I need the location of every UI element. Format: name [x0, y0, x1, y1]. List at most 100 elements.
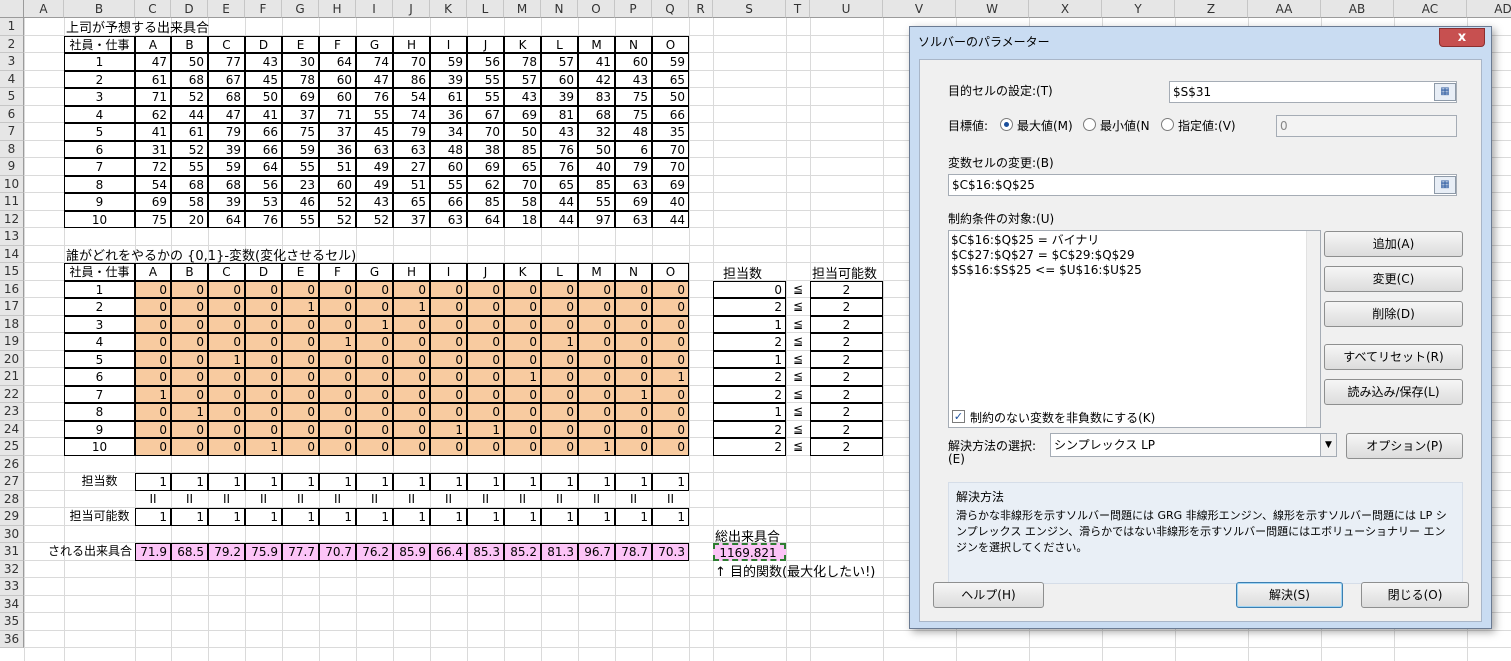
score-cell[interactable]: 45 — [356, 123, 393, 141]
assign-cell[interactable]: 0 — [430, 438, 467, 456]
column-header[interactable]: C — [135, 0, 171, 18]
job-header[interactable]: N — [615, 263, 652, 281]
radio-value-label[interactable]: 指定値:(V) — [1178, 117, 1236, 134]
score-cell[interactable]: 64 — [467, 210, 504, 228]
assign-cell[interactable]: 0 — [430, 315, 467, 333]
assign-cell[interactable]: 0 — [171, 438, 208, 456]
assign-cell[interactable]: 0 — [319, 350, 356, 368]
assign-cell[interactable]: 0 — [467, 350, 504, 368]
assign-cell[interactable]: 0 — [356, 280, 393, 298]
score-cell[interactable]: 68 — [171, 175, 208, 193]
column-header[interactable]: G — [282, 0, 319, 18]
score-cell[interactable]: 50 — [171, 53, 208, 71]
assign-cell[interactable]: 0 — [504, 333, 541, 351]
score-cell[interactable]: 55 — [356, 105, 393, 123]
score-cell[interactable]: 62 — [135, 105, 171, 123]
score-cell[interactable]: 37 — [319, 123, 356, 141]
job-header[interactable]: E — [282, 35, 319, 53]
assign-cell[interactable]: 0 — [430, 385, 467, 403]
score-cell[interactable]: 52 — [171, 88, 208, 106]
job-capacity-cell[interactable]: 1 — [245, 508, 282, 526]
job-header[interactable]: K — [504, 35, 541, 53]
assign-cell[interactable]: 0 — [245, 350, 282, 368]
assign-cell[interactable]: 1 — [319, 333, 356, 351]
assign-cell[interactable]: 0 — [504, 280, 541, 298]
radio-value[interactable] — [1161, 118, 1174, 131]
capacity-cell[interactable]: 2 — [810, 298, 883, 316]
job-count-cell[interactable]: 1 — [135, 473, 171, 491]
assign-cell[interactable]: 1 — [652, 368, 689, 386]
score-cell[interactable]: 51 — [319, 158, 356, 176]
assign-cell[interactable]: 0 — [245, 420, 282, 438]
add-button[interactable]: 追加(A) — [1324, 231, 1463, 257]
score-cell[interactable]: 85 — [504, 140, 541, 158]
nonnegative-checkbox[interactable]: ✓ — [952, 410, 965, 423]
assign-cell[interactable]: 0 — [578, 368, 615, 386]
score-cell[interactable]: 41 — [245, 105, 282, 123]
radio-min[interactable] — [1083, 118, 1096, 131]
score-cell[interactable]: 39 — [541, 88, 578, 106]
score-cell[interactable]: 39 — [430, 70, 467, 88]
row-header[interactable]: 22 — [0, 385, 24, 403]
assign-cell[interactable]: 0 — [430, 403, 467, 421]
count-cell[interactable]: 1 — [713, 403, 786, 421]
select-all-corner[interactable] — [0, 0, 24, 18]
score-cell[interactable]: 86 — [393, 70, 430, 88]
score-cell[interactable]: 61 — [430, 88, 467, 106]
score-cell[interactable]: 49 — [356, 175, 393, 193]
assign-cell[interactable]: 0 — [393, 350, 430, 368]
score-cell[interactable]: 69 — [652, 175, 689, 193]
capacity-cell[interactable]: 2 — [810, 385, 883, 403]
job-count-cell[interactable]: 1 — [282, 473, 319, 491]
score-cell[interactable]: 54 — [135, 175, 171, 193]
score-cell[interactable]: 59 — [282, 140, 319, 158]
job-count-cell[interactable]: 1 — [171, 473, 208, 491]
assign-cell[interactable]: 0 — [282, 368, 319, 386]
job-header[interactable]: N — [615, 35, 652, 53]
assign-cell[interactable]: 0 — [541, 420, 578, 438]
score-cell[interactable]: 64 — [245, 158, 282, 176]
assign-cell[interactable]: 0 — [135, 333, 171, 351]
score-cell[interactable]: 70 — [393, 53, 430, 71]
score-cell[interactable]: 47 — [356, 70, 393, 88]
employee-label[interactable]: 1 — [64, 53, 135, 71]
leq-symbol[interactable]: ≦ — [786, 281, 810, 299]
capacity-cell[interactable]: 2 — [810, 403, 883, 421]
job-header[interactable]: A — [135, 263, 171, 281]
row-header[interactable]: 4 — [0, 70, 24, 88]
score-cell[interactable]: 76 — [245, 210, 282, 228]
job-capacity-cell[interactable]: 1 — [393, 508, 430, 526]
job-header[interactable]: M — [578, 35, 615, 53]
assign-cell[interactable]: 0 — [171, 298, 208, 316]
assign-cell[interactable]: 1 — [430, 420, 467, 438]
eq-symbol[interactable]: II — [578, 491, 615, 509]
score-cell[interactable]: 72 — [135, 158, 171, 176]
job-capacity-cell[interactable]: 1 — [467, 508, 504, 526]
row-header[interactable]: 34 — [0, 595, 24, 613]
employee-label[interactable]: 4 — [64, 333, 135, 351]
objective-cell-input[interactable]: $S$31 — [1169, 81, 1457, 103]
assign-cell[interactable]: 0 — [615, 350, 652, 368]
assign-cell[interactable]: 1 — [578, 438, 615, 456]
assign-cell[interactable]: 0 — [652, 438, 689, 456]
assign-cell[interactable]: 0 — [171, 315, 208, 333]
leq-symbol[interactable]: ≦ — [786, 298, 810, 316]
job-capacity-cell[interactable]: 1 — [208, 508, 245, 526]
score-cell[interactable]: 75 — [135, 210, 171, 228]
radio-max[interactable] — [1000, 118, 1013, 131]
score-cell[interactable]: 55 — [282, 158, 319, 176]
row-header[interactable]: 31 — [0, 543, 24, 561]
assign-cell[interactable]: 0 — [652, 315, 689, 333]
assign-cell[interactable]: 1 — [282, 298, 319, 316]
score-cell[interactable]: 50 — [652, 88, 689, 106]
job-capacity-cell[interactable]: 1 — [171, 508, 208, 526]
score-cell[interactable]: 52 — [319, 193, 356, 211]
job-capacity-cell[interactable]: 1 — [282, 508, 319, 526]
capacity-cell[interactable]: 2 — [810, 420, 883, 438]
row31-label[interactable]: される出来具合 — [24, 543, 135, 561]
assign-cell[interactable]: 0 — [393, 333, 430, 351]
score-cell[interactable]: 64 — [208, 210, 245, 228]
expected-score-cell[interactable]: 78.7 — [615, 543, 652, 561]
score-cell[interactable]: 68 — [578, 105, 615, 123]
leq-symbol[interactable]: ≦ — [786, 421, 810, 439]
